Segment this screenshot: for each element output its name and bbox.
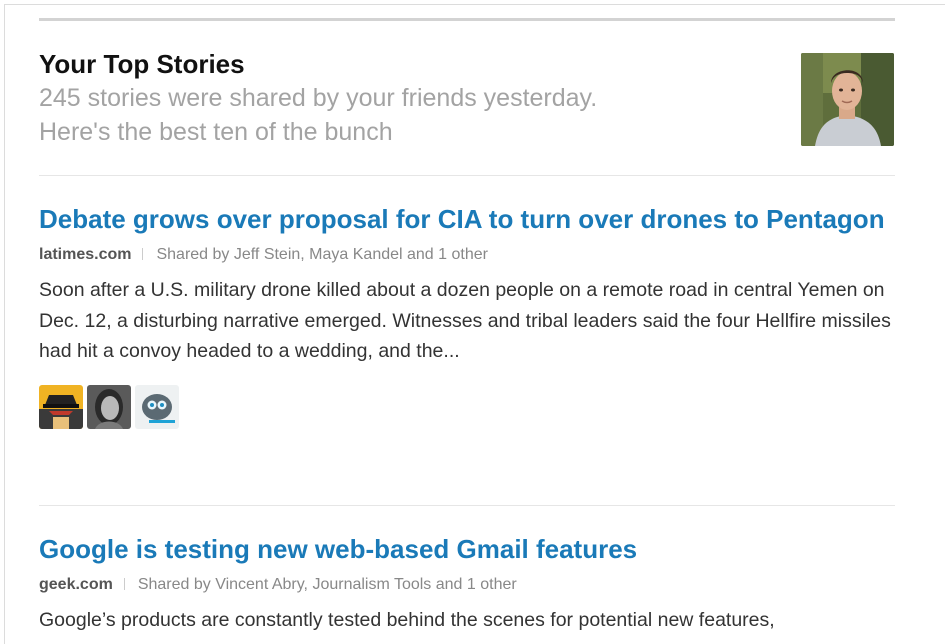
user-portrait-icon	[801, 53, 894, 146]
robot-avatar-icon[interactable]	[135, 384, 179, 429]
top-rule	[39, 18, 895, 21]
story-card: Google is testing new web-based Gmail fe…	[39, 531, 899, 636]
header-subtitle-line2: Here's the best ten of the bunch	[39, 118, 393, 146]
header-subtitle-line1: 245 stories were shared by your friends …	[39, 84, 598, 112]
user-avatar[interactable]	[801, 53, 894, 146]
story-excerpt: Soon after a U.S. military drone killed …	[39, 279, 891, 362]
header-subtitle: 245 stories were shared by your friends …	[39, 81, 799, 149]
top-stories-header: Your Top Stories 245 stories were shared…	[39, 49, 799, 149]
story-shared-by: Shared by Vincent Abry, Journalism Tools…	[137, 576, 517, 593]
story-meta: latimes.com Shared by Jeff Stein, Maya Ka…	[39, 245, 899, 265]
story-shared-by: Shared by Jeff Stein, Maya Kandel and 1 …	[156, 246, 488, 263]
page-title: Your Top Stories	[39, 49, 245, 79]
meta-separator	[123, 578, 125, 590]
story-source-link[interactable]: latimes.com	[39, 246, 131, 263]
woman-avatar-icon[interactable]	[87, 384, 131, 429]
story-meta: geek.com Shared by Vincent Abry, Journali…	[39, 575, 899, 595]
story-source-link[interactable]: geek.com	[39, 576, 113, 593]
friend-avatars	[39, 384, 899, 429]
story-card: Debate grows over proposal for CIA to tu…	[39, 201, 899, 429]
story-title-link[interactable]: Debate grows over proposal for CIA to tu…	[39, 201, 899, 237]
meta-separator	[142, 248, 144, 260]
story-excerpt: Google’s products are constantly tested …	[39, 609, 775, 631]
spy-avatar-icon[interactable]	[39, 384, 83, 429]
story-title-link[interactable]: Google is testing new web-based Gmail fe…	[39, 531, 899, 567]
header-divider	[39, 175, 895, 176]
story-divider	[39, 505, 895, 506]
